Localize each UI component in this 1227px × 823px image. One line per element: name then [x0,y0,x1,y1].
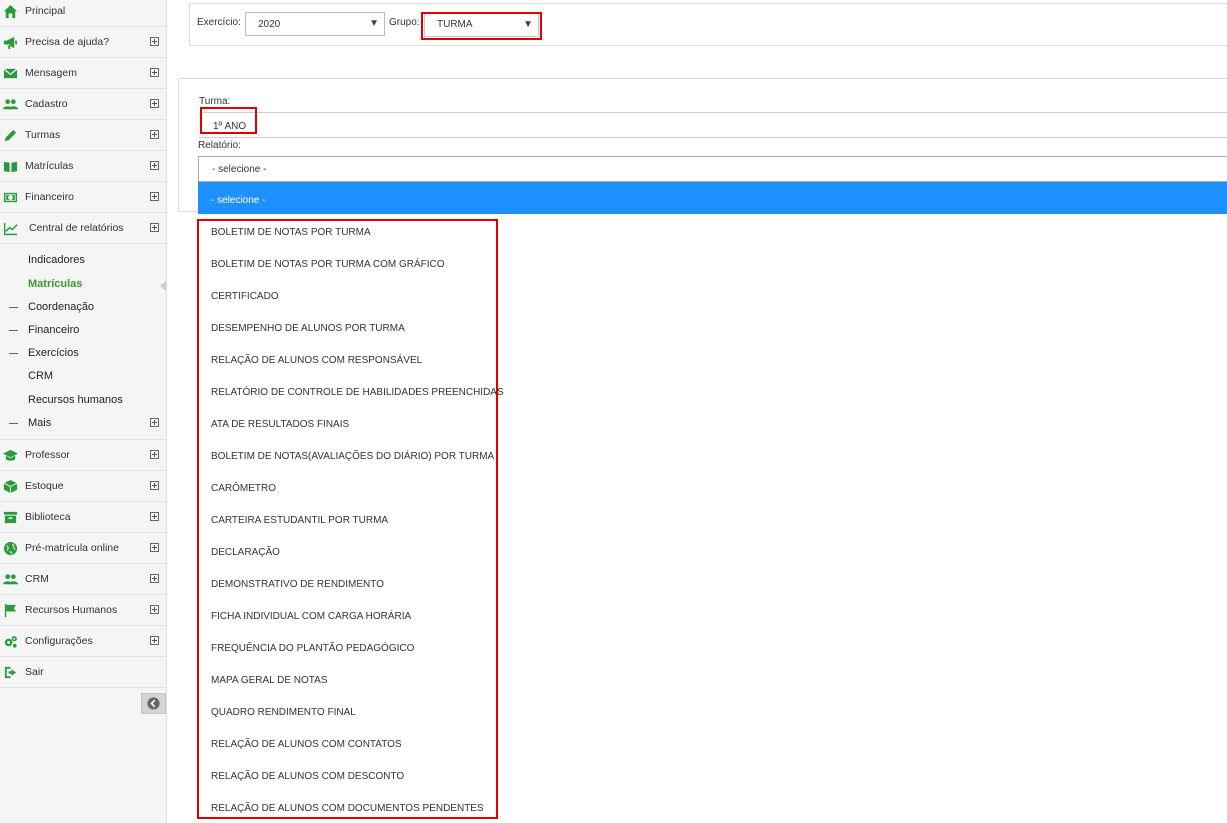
sidebar-item-mensagem[interactable]: Mensagem [0,58,166,89]
reports-submenu: Indicadores Matrículas Coordenação Financei… [0,244,166,440]
grupo-label: Grupo: [389,17,420,28]
sidebar-item-label: Sair [25,666,44,678]
submenu-item[interactable]: Coordenação [28,301,94,313]
cube-icon [2,478,18,494]
book-icon [2,158,18,174]
annotation-highlight-turma [200,107,257,134]
dropdown-option-label: - selecione - [211,195,266,206]
sidebar-item-sair[interactable]: Sair [0,657,166,688]
dash-icon [9,423,18,424]
sidebar-item-label: Principal [25,5,66,17]
sidebar-item-label: Financeiro [25,191,75,203]
users-icon [2,96,18,112]
expand-plus-icon[interactable] [150,605,159,614]
archive-icon [2,509,18,525]
sign-out-icon [2,664,18,680]
expand-plus-icon[interactable] [150,37,159,46]
expand-plus-icon[interactable] [150,99,159,108]
exercicio-select[interactable]: 2020 ▼ [245,12,385,36]
sidebar-item-label: Estoque [25,480,64,492]
expand-plus-icon[interactable] [150,574,159,583]
sidebar-item-professor[interactable]: Professor [0,440,166,471]
relatorio-label: Relatório: [198,140,241,151]
submenu-item[interactable]: Financeiro [28,324,79,336]
megaphone-icon [2,34,18,50]
sidebar-item-label: Pré-matrícula online [25,542,119,554]
sidebar-item-label: CRM [25,573,49,585]
sidebar-item-label: Configurações [25,635,93,647]
money-icon [2,189,18,205]
users-icon [2,571,18,587]
sidebar-item-estoque[interactable]: Estoque [0,471,166,502]
expand-plus-icon[interactable] [150,418,159,427]
gears-icon [2,633,18,649]
sidebar-item-recursos-humanos[interactable]: Recursos Humanos [0,595,166,626]
sidebar: Principal Precisa de ajuda? Mensagem Cadast… [0,0,167,823]
expand-plus-icon[interactable] [150,636,159,645]
submenu-item[interactable]: Indicadores [28,254,85,266]
relatorio-value: - selecione - [212,164,267,175]
dropdown-arrow-icon: ▼ [369,18,379,29]
exercicio-label: Exercício: [197,17,241,28]
annotation-highlight-grupo [421,12,542,40]
sidebar-item-cadastro[interactable]: Cadastro [0,89,166,120]
sidebar-item-principal[interactable]: Principal [0,0,166,27]
pencil-icon [2,127,18,143]
sidebar-item-label: Turmas [25,129,61,141]
sidebar-notch [160,281,166,291]
sidebar-item-financeiro[interactable]: Financeiro [0,182,166,213]
home-icon [2,3,18,19]
collapse-sidebar-button[interactable] [141,693,166,714]
submenu-item[interactable]: Recursos humanos [28,394,123,406]
graduation-cap-icon [2,447,18,463]
sidebar-item-label: Professor [25,449,70,461]
submenu-item[interactable]: Matrículas [28,278,82,290]
relatorio-select[interactable]: - selecione - [198,156,1227,182]
sidebar-item-configuracoes[interactable]: Configurações [0,626,166,657]
expand-plus-icon[interactable] [150,450,159,459]
sidebar-item-crm[interactable]: CRM [0,564,166,595]
exercicio-value: 2020 [258,19,281,30]
sidebar-item-precisa-de-ajuda[interactable]: Precisa de ajuda? [0,27,166,58]
sidebar-item-central-de-relatorios[interactable]: Central de relatórios [0,213,166,244]
sidebar-item-label: Matrículas [25,160,74,172]
submenu-item[interactable]: CRM [28,370,53,382]
flag-icon [2,602,18,618]
circle-arrow-left-icon [147,697,160,710]
expand-plus-icon[interactable] [150,161,159,170]
globe-icon [2,540,18,556]
sidebar-item-label: Precisa de ajuda? [25,36,110,48]
sidebar-item-pre-matricula-online[interactable]: Pré-matrícula online [0,533,166,564]
submenu-item[interactable]: Exercícios [28,347,79,359]
expand-plus-icon[interactable] [150,223,159,232]
envelope-icon [2,65,18,81]
expand-plus-icon[interactable] [150,68,159,77]
line-chart-icon [2,220,18,236]
turma-label: Turma: [199,96,231,107]
dash-icon [9,307,18,308]
expand-plus-icon[interactable] [150,130,159,139]
sidebar-item-label: Recursos Humanos [25,604,118,616]
sidebar-item-label: Cadastro [25,98,68,110]
submenu-item[interactable]: Mais [28,417,51,429]
sidebar-item-label: Biblioteca [25,511,71,523]
turma-select[interactable]: 1º ANO [199,112,1227,138]
dash-icon [9,330,18,331]
annotation-highlight-options [197,219,498,819]
sidebar-item-matriculas[interactable]: Matrículas [0,151,166,182]
expand-plus-icon[interactable] [150,192,159,201]
expand-plus-icon[interactable] [150,481,159,490]
sidebar-item-biblioteca[interactable]: Biblioteca [0,502,166,533]
expand-plus-icon[interactable] [150,543,159,552]
dash-icon [9,353,18,354]
dropdown-option-selected[interactable]: - selecione - [198,182,1227,214]
sidebar-item-label: Mensagem [25,67,77,79]
sidebar-item-label: Central de relatórios [29,222,124,234]
expand-plus-icon[interactable] [150,512,159,521]
sidebar-item-turmas[interactable]: Turmas [0,120,166,151]
